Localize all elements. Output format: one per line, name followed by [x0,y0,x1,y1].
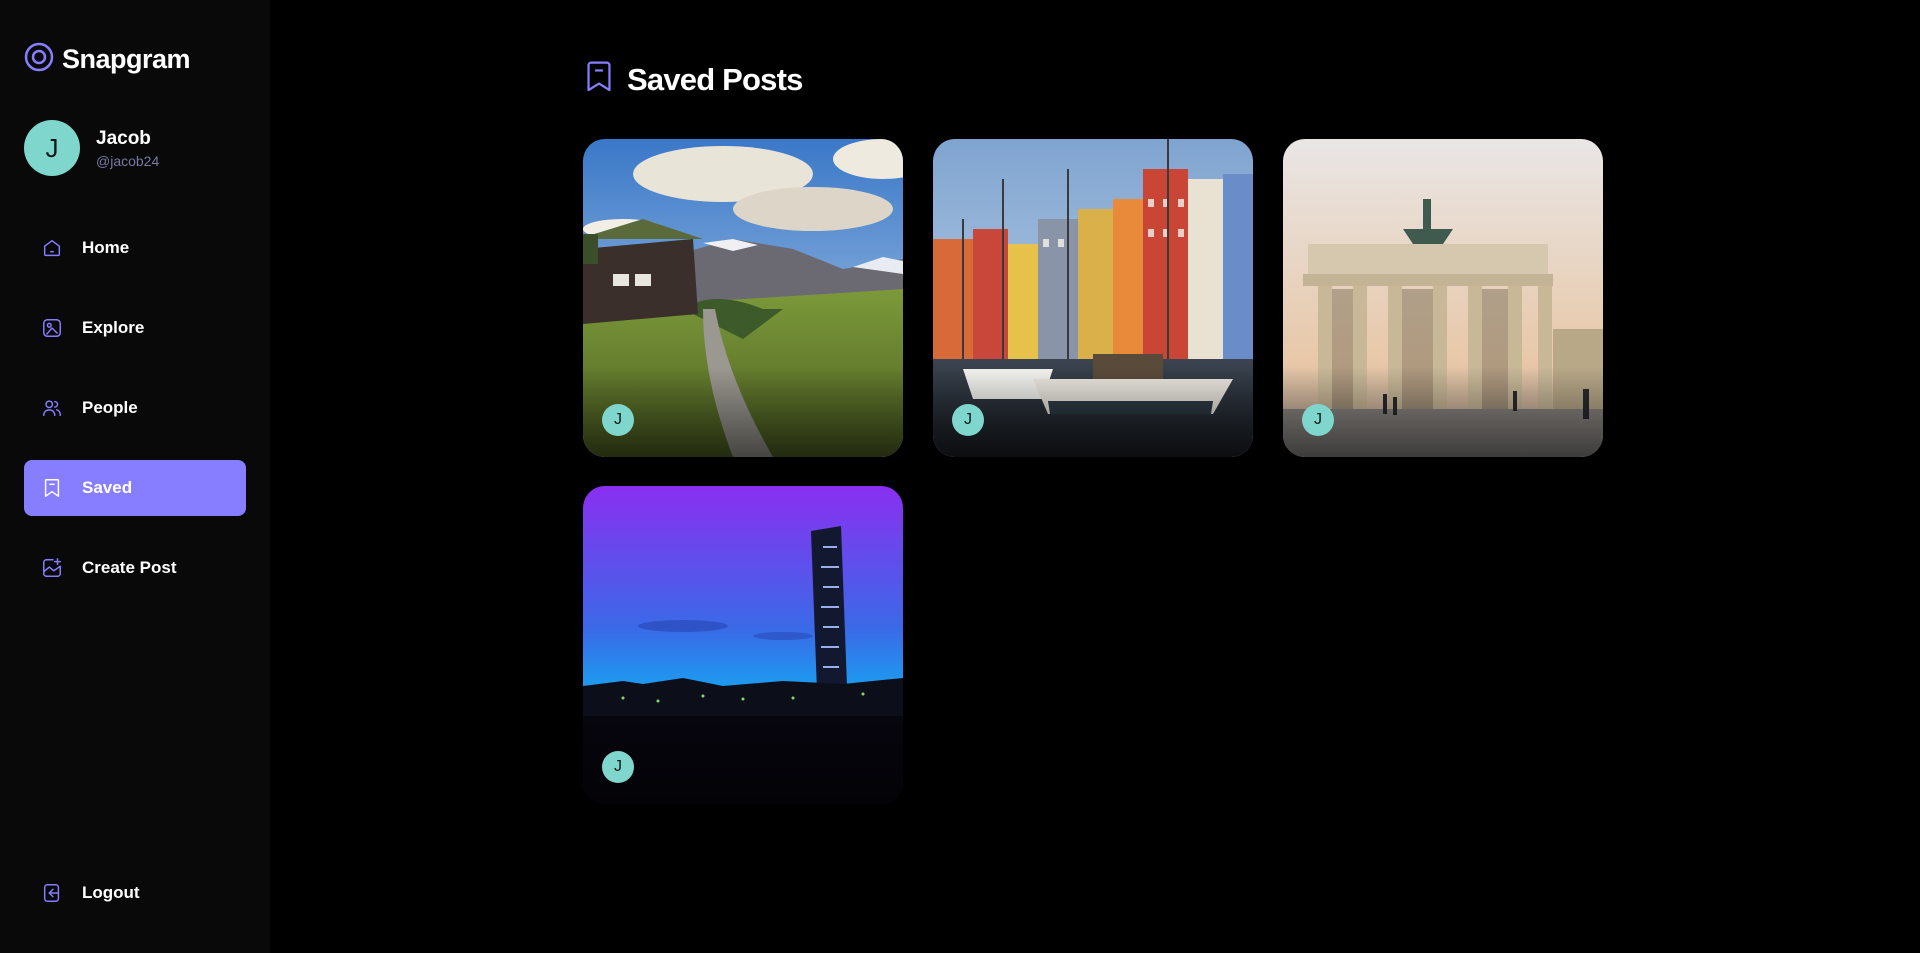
profile-name: Jacob [96,127,151,149]
avatar: J [24,120,80,176]
saved-post-card[interactable]: J [583,486,903,804]
people-icon [40,396,64,420]
sidebar-nav: Home Explore People Saved Create Post [24,220,246,620]
page-title: Saved Posts [627,61,803,97]
sidebar-item-label: Create Post [82,558,177,577]
post-author-avatar[interactable]: J [602,404,634,436]
logo-icon [24,42,54,77]
saved-post-card[interactable]: J [933,139,1253,457]
logout-icon [40,881,64,905]
sidebar-item-label: Explore [82,318,145,337]
logout-label: Logout [82,883,140,902]
profile-handle: @jacob24 [96,152,160,169]
saved-post-card[interactable]: J [583,139,903,457]
sidebar-item-saved[interactable]: Saved [24,460,246,516]
bookmark-icon [40,476,64,500]
bookmark-icon [583,60,615,99]
post-author-avatar[interactable]: J [602,751,634,783]
sidebar-item-create-post[interactable]: Create Post [24,540,246,596]
app-logo[interactable]: Snapgram [24,42,191,77]
page-header: Saved Posts [583,60,803,99]
sidebar: Snapgram J Jacob @jacob24 Home Explore P… [0,0,270,953]
sidebar-item-people[interactable]: People [24,380,246,436]
saved-post-card[interactable]: J [1283,139,1603,457]
post-author-avatar[interactable]: J [1302,404,1334,436]
explore-icon [40,316,64,340]
sidebar-item-label: Saved [82,478,133,497]
create-post-icon [40,556,64,580]
sidebar-item-home[interactable]: Home [24,220,246,276]
home-icon [40,236,64,260]
sidebar-item-explore[interactable]: Explore [24,300,246,356]
app-name: Snapgram [62,44,191,74]
user-profile[interactable]: J Jacob @jacob24 [24,120,159,176]
post-author-avatar[interactable]: J [952,404,984,436]
logout-button[interactable]: Logout [24,865,246,921]
sidebar-item-label: Home [82,238,130,257]
sidebar-item-label: People [82,398,138,417]
